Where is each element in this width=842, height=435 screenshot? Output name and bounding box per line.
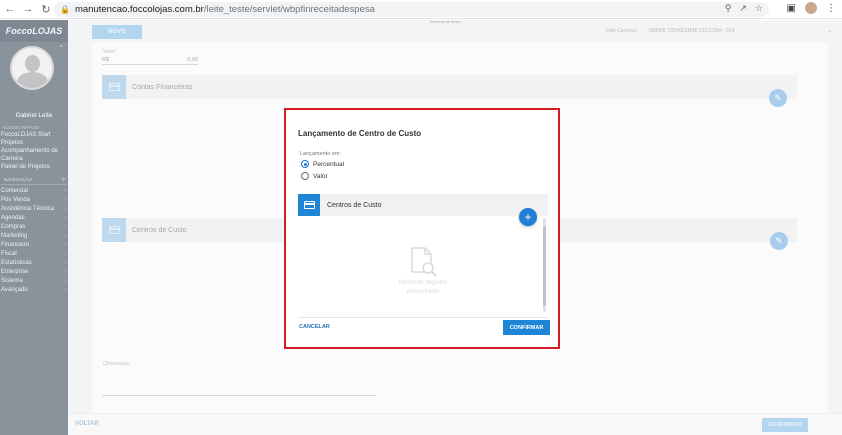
sidebar-item-financeiro[interactable]: Financeiro › (0, 241, 68, 250)
quick-link[interactable]: Painel de Projetos (0, 163, 68, 171)
sidebar-item-estatisticas[interactable]: Estatísticas › (0, 259, 68, 268)
lancamento-label: Lançamento em: (300, 151, 341, 157)
chevron-right-icon: › (64, 251, 66, 257)
sidebar-item-avancado[interactable]: Avançado › (0, 286, 68, 295)
observacao-field[interactable] (102, 384, 376, 396)
sidebar-item-enterprise[interactable]: Enterprise › (0, 268, 68, 277)
contas-financeiras-header: Contas Financeiras (102, 75, 797, 99)
sidebar-item-pos-venda[interactable]: Pós Venda › (0, 196, 68, 205)
card-icon (102, 218, 126, 242)
chevron-right-icon: › (64, 278, 66, 284)
confirmar-page-button[interactable]: CONFIRMAR (762, 418, 808, 432)
card-icon (298, 194, 320, 216)
confirm-button[interactable]: CONFIRMAR (503, 320, 550, 335)
forward-arrow-icon[interactable]: → (20, 1, 36, 17)
chevron-right-icon: › (64, 206, 66, 212)
star-icon[interactable]: ☆ (755, 3, 763, 14)
chevron-right-icon: › (64, 287, 66, 293)
chevron-right-icon: › (64, 215, 66, 221)
radio-percentual[interactable]: Percentual (301, 160, 344, 168)
empty-state-text: Nenhum registro encontrado (398, 279, 448, 295)
sidebar-item-comercial[interactable]: Comercial › (0, 187, 68, 196)
bottom-action-bar: VOLTAR CONFIRMAR (68, 413, 842, 435)
sidebar-item-fiscal[interactable]: Fiscal › (0, 250, 68, 259)
quick-link[interactable]: Acompanhamento de Carreira (0, 147, 68, 163)
centro-custo-modal: Lançamento de Centro de Custo Lançamento… (290, 114, 554, 343)
valor-field[interactable]: R$ 0,00 (102, 57, 198, 65)
divider (298, 317, 548, 318)
lock-icon[interactable]: 🔒 (60, 5, 70, 14)
url-host: manutencao.foccolojas.com.br (74, 4, 204, 15)
chevron-right-icon: › (64, 269, 66, 275)
edit-pencil-icon[interactable]: ✎ (770, 232, 788, 250)
chevron-right-icon: › (64, 188, 66, 194)
sidebar: FoccoLOJAS ⌃ Gabriel Leite ACESSO RÁPIDO… (0, 20, 68, 435)
edit-pencil-icon[interactable]: ✎ (769, 89, 787, 107)
chevron-right-icon: › (64, 197, 66, 203)
company-user: 000006 TOOKESHINI CUCCINA - 024 (648, 28, 735, 34)
user-avatar[interactable] (10, 46, 54, 90)
share-icon[interactable]: ↗ (739, 3, 747, 14)
sidebar-item-assistencia[interactable]: Assistência Técnica › (0, 205, 68, 214)
sidebar-item-agendas[interactable]: Agendas › (0, 214, 68, 223)
chevron-right-icon: › (64, 242, 66, 248)
radio-button-checked[interactable] (301, 160, 309, 168)
quick-link[interactable]: FoccoLOJAS Start (0, 131, 68, 139)
scroll-thumb[interactable] (543, 226, 546, 306)
empty-document-search-icon (411, 247, 437, 277)
contact-link[interactable]: Fale Conosco (606, 28, 637, 34)
kebab-menu-icon[interactable]: ⋮ (826, 3, 836, 14)
back-arrow-icon[interactable]: ← (2, 1, 18, 17)
address-bar[interactable]: 🔒 manutencao.foccolojas.com.br/leite_tes… (54, 2, 769, 17)
novo-button[interactable]: NOVO (92, 25, 142, 39)
topbar-info: Fale Conosco 000006 TOOKESHINI CUCCINA -… (606, 28, 734, 34)
browser-toolbar: ← → ↻ 🔒 manutencao.foccolojas.com.br/lei… (0, 0, 842, 19)
card-icon (102, 75, 126, 99)
chevron-up-icon[interactable]: ⌃ (58, 44, 64, 52)
user-panel: ⌃ Gabriel Leite (0, 42, 68, 124)
search-icon[interactable]: ⚲ (62, 177, 65, 183)
sidebar-item-compras[interactable]: Compras › (0, 223, 68, 232)
chevron-right-icon: › (64, 260, 66, 266)
observacao-label: Observação (103, 361, 130, 367)
centros-custo-panel: Centros de Custo + Nenhum registro encon… (298, 194, 548, 314)
centros-custo-header: Centros de Custo (298, 194, 548, 216)
modal-title: Lançamento de Centro de Custo (298, 129, 422, 138)
cancel-button[interactable]: CANCELAR (299, 324, 330, 330)
sidepanel-icon[interactable]: ▣ (787, 3, 796, 14)
sidebar-item-marketing[interactable]: Marketing › (0, 232, 68, 241)
chevron-right-icon: › (64, 224, 66, 230)
plus-icon[interactable]: + (519, 208, 537, 226)
app-logo[interactable]: FoccoLOJAS (0, 20, 68, 42)
profile-avatar[interactable] (805, 2, 817, 14)
chevron-down-icon[interactable]: ⌄ (827, 27, 832, 34)
environment-label: Ambiente de Testes (430, 20, 461, 24)
sidebar-item-sistema[interactable]: Sistema › (0, 277, 68, 286)
zoom-icon[interactable]: ⚲ (725, 3, 732, 14)
radio-button[interactable] (301, 172, 309, 180)
quick-link[interactable]: Projetos (0, 139, 68, 147)
url-path: /leite_teste/servlet/wbpfinreceitadespes… (203, 4, 375, 15)
valor-label: Valor* (103, 49, 117, 55)
chevron-right-icon: › (64, 233, 66, 239)
voltar-button[interactable]: VOLTAR (75, 421, 99, 427)
chevron-up-icon: ⌃ (62, 125, 66, 130)
scrollbar[interactable] (543, 218, 546, 312)
user-name: Gabriel Leite (15, 112, 53, 119)
radio-valor[interactable]: Valor (301, 172, 328, 180)
nav-search[interactable]: NAVEGAÇÃO ⚲ (1, 175, 67, 185)
reload-icon[interactable]: ↻ (38, 1, 54, 17)
quick-access-header[interactable]: ACESSO RÁPIDO ⌃ (0, 124, 68, 131)
